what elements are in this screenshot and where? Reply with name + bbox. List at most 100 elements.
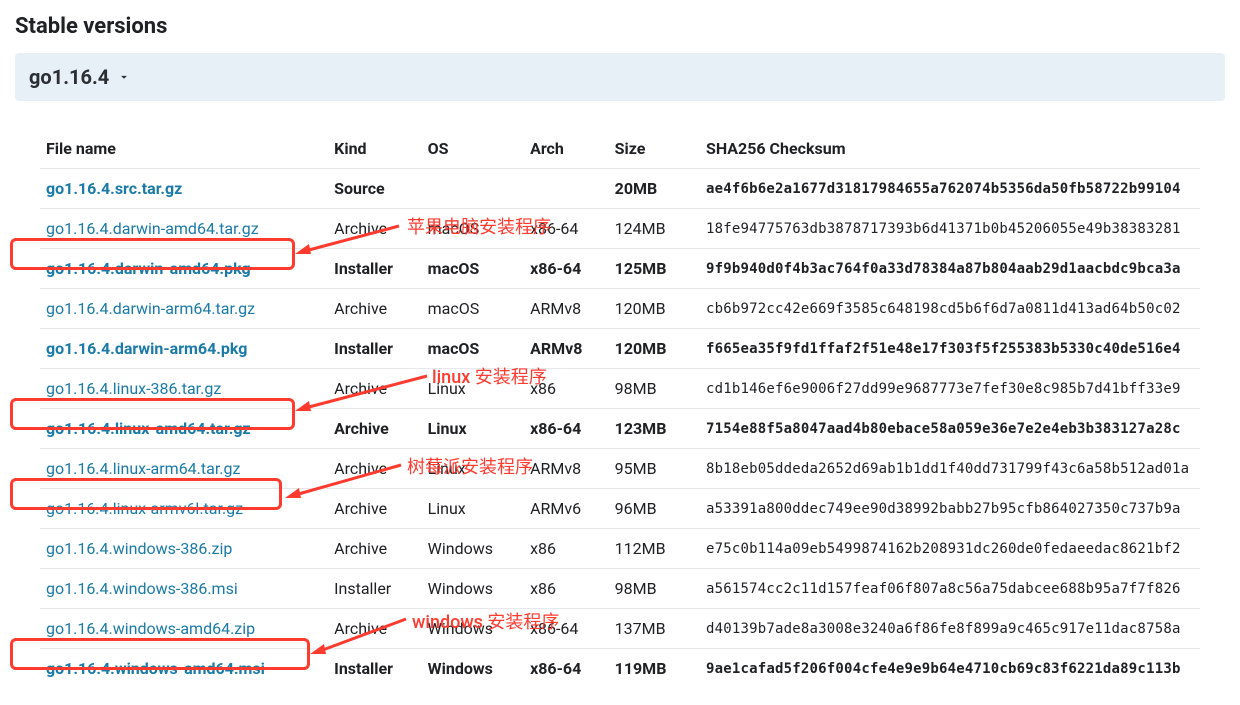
caret-down-icon bbox=[117, 70, 131, 84]
cell-sha: ae4f6b6e2a1677d31817984655a762074b5356da… bbox=[700, 169, 1200, 209]
table-row: go1.16.4.src.tar.gz Source 20MBae4f6b6e2a1… bbox=[40, 169, 1200, 209]
download-link[interactable]: go1.16.4.darwin-arm64.pkg bbox=[46, 339, 247, 358]
cell-kind: Installer bbox=[328, 569, 421, 609]
download-link[interactable]: go1.16.4.darwin-amd64.tar.gz bbox=[46, 219, 259, 238]
cell-size: 125MB bbox=[609, 249, 700, 289]
col-size: Size bbox=[609, 131, 700, 169]
cell-arch: x86-64 bbox=[524, 209, 609, 249]
table-row: go1.16.4.linux-386.tar.gz ArchiveLinuxx86… bbox=[40, 369, 1200, 409]
table-header-row: File name Kind OS Arch Size SHA256 Check… bbox=[40, 131, 1200, 169]
table-row: go1.16.4.linux-amd64.tar.gz ArchiveLinuxx… bbox=[40, 409, 1200, 449]
cell-size: 20MB bbox=[609, 169, 700, 209]
cell-kind: Archive bbox=[328, 449, 421, 489]
table-row: go1.16.4.windows-amd64.msi InstallerWindo… bbox=[40, 649, 1200, 689]
col-os: OS bbox=[422, 131, 524, 169]
cell-arch: x86-64 bbox=[524, 249, 609, 289]
cell-arch: x86-64 bbox=[524, 609, 609, 649]
cell-size: 112MB bbox=[609, 529, 700, 569]
section-title: Stable versions bbox=[15, 14, 1225, 39]
col-sha: SHA256 Checksum bbox=[700, 131, 1200, 169]
cell-size: 96MB bbox=[609, 489, 700, 529]
cell-arch: ARMv6 bbox=[524, 489, 609, 529]
table-row: go1.16.4.windows-amd64.zip ArchiveWindows… bbox=[40, 609, 1200, 649]
cell-sha: cb6b972cc42e669f3585c648198cd5b6f6d7a081… bbox=[700, 289, 1200, 329]
table-row: go1.16.4.linux-armv6l.tar.gz ArchiveLinux… bbox=[40, 489, 1200, 529]
download-link[interactable]: go1.16.4.src.tar.gz bbox=[46, 179, 182, 198]
table-row: go1.16.4.darwin-arm64.tar.gzArchivemacOS… bbox=[40, 289, 1200, 329]
table-row: go1.16.4.darwin-arm64.pkg InstallermacOSA… bbox=[40, 329, 1200, 369]
cell-kind: Archive bbox=[328, 529, 421, 569]
cell-kind: Installer bbox=[328, 329, 421, 369]
cell-size: 119MB bbox=[609, 649, 700, 689]
cell-arch: x86 bbox=[524, 369, 609, 409]
cell-sha: 7154e88f5a8047aad4b80ebace58a059e36e7e2e… bbox=[700, 409, 1200, 449]
cell-os: Windows bbox=[422, 529, 524, 569]
cell-kind: Archive bbox=[328, 409, 421, 449]
downloads-table: File name Kind OS Arch Size SHA256 Check… bbox=[40, 131, 1200, 688]
col-file: File name bbox=[40, 131, 328, 169]
cell-sha: f665ea35f9fd1ffaf2f51e48e17f303f5f255383… bbox=[700, 329, 1200, 369]
cell-kind: Source bbox=[328, 169, 421, 209]
cell-kind: Archive bbox=[328, 209, 421, 249]
cell-arch: ARMv8 bbox=[524, 449, 609, 489]
cell-size: 98MB bbox=[609, 369, 700, 409]
cell-os: Linux bbox=[422, 449, 524, 489]
table-row: go1.16.4.darwin-amd64.pkg InstallermacOSx… bbox=[40, 249, 1200, 289]
cell-size: 124MB bbox=[609, 209, 700, 249]
cell-arch: x86 bbox=[524, 529, 609, 569]
cell-os: macOS bbox=[422, 249, 524, 289]
cell-arch: ARMv8 bbox=[524, 329, 609, 369]
download-link[interactable]: go1.16.4.linux-armv6l.tar.gz bbox=[46, 499, 243, 518]
download-link[interactable]: go1.16.4.darwin-arm64.tar.gz bbox=[46, 299, 255, 318]
cell-os: Linux bbox=[422, 489, 524, 529]
cell-os: Windows bbox=[422, 609, 524, 649]
col-kind: Kind bbox=[328, 131, 421, 169]
download-link[interactable]: go1.16.4.darwin-amd64.pkg bbox=[46, 259, 251, 278]
cell-os: Windows bbox=[422, 569, 524, 609]
cell-size: 123MB bbox=[609, 409, 700, 449]
cell-sha: 9f9b940d0f4b3ac764f0a33d78384a87b804aab2… bbox=[700, 249, 1200, 289]
download-link[interactable]: go1.16.4.windows-amd64.zip bbox=[46, 619, 255, 638]
cell-size: 137MB bbox=[609, 609, 700, 649]
cell-sha: e75c0b114a09eb5499874162b208931dc260de0f… bbox=[700, 529, 1200, 569]
cell-sha: cd1b146ef6e9006f27dd99e9687773e7fef30e8c… bbox=[700, 369, 1200, 409]
version-label: go1.16.4 bbox=[29, 65, 109, 89]
cell-size: 95MB bbox=[609, 449, 700, 489]
cell-sha: 8b18eb05ddeda2652d69ab1b1dd1f40dd731799f… bbox=[700, 449, 1200, 489]
cell-os: macOS bbox=[422, 329, 524, 369]
cell-kind: Installer bbox=[328, 649, 421, 689]
version-toggle[interactable]: go1.16.4 bbox=[15, 53, 1225, 101]
download-link[interactable]: go1.16.4.linux-amd64.tar.gz bbox=[46, 419, 251, 438]
cell-os: Windows bbox=[422, 649, 524, 689]
download-link[interactable]: go1.16.4.windows-386.zip bbox=[46, 539, 232, 558]
cell-sha: 9ae1cafad5f206f004cfe4e9e9b64e4710cb69c8… bbox=[700, 649, 1200, 689]
table-row: go1.16.4.darwin-amd64.tar.gz ArchivemacOS… bbox=[40, 209, 1200, 249]
table-row: go1.16.4.windows-386.zip ArchiveWindowsx8… bbox=[40, 529, 1200, 569]
cell-kind: Archive bbox=[328, 609, 421, 649]
download-link[interactable]: go1.16.4.linux-arm64.tar.gz bbox=[46, 459, 240, 478]
cell-os: Linux bbox=[422, 409, 524, 449]
cell-os: macOS bbox=[422, 209, 524, 249]
cell-kind: Archive bbox=[328, 369, 421, 409]
cell-arch: x86 bbox=[524, 569, 609, 609]
cell-size: 120MB bbox=[609, 329, 700, 369]
cell-arch bbox=[524, 169, 609, 209]
cell-size: 120MB bbox=[609, 289, 700, 329]
cell-sha: 18fe94775763db3878717393b6d41371b0b45206… bbox=[700, 209, 1200, 249]
cell-sha: a53391a800ddec749ee90d38992babb27b95cfb8… bbox=[700, 489, 1200, 529]
cell-arch: x86-64 bbox=[524, 649, 609, 689]
cell-kind: Archive bbox=[328, 489, 421, 529]
col-arch: Arch bbox=[524, 131, 609, 169]
cell-os: macOS bbox=[422, 289, 524, 329]
table-row: go1.16.4.windows-386.msi InstallerWindows… bbox=[40, 569, 1200, 609]
cell-os: Linux bbox=[422, 369, 524, 409]
cell-kind: Installer bbox=[328, 249, 421, 289]
cell-sha: a561574cc2c11d157feaf06f807a8c56a75dabce… bbox=[700, 569, 1200, 609]
download-link[interactable]: go1.16.4.linux-386.tar.gz bbox=[46, 379, 221, 398]
table-row: go1.16.4.linux-arm64.tar.gz ArchiveLinuxA… bbox=[40, 449, 1200, 489]
cell-sha: d40139b7ade8a3008e3240a6f86fe8f899a9c465… bbox=[700, 609, 1200, 649]
download-link[interactable]: go1.16.4.windows-amd64.msi bbox=[46, 659, 265, 678]
download-link[interactable]: go1.16.4.windows-386.msi bbox=[46, 579, 238, 598]
cell-arch: x86-64 bbox=[524, 409, 609, 449]
cell-os bbox=[422, 169, 524, 209]
